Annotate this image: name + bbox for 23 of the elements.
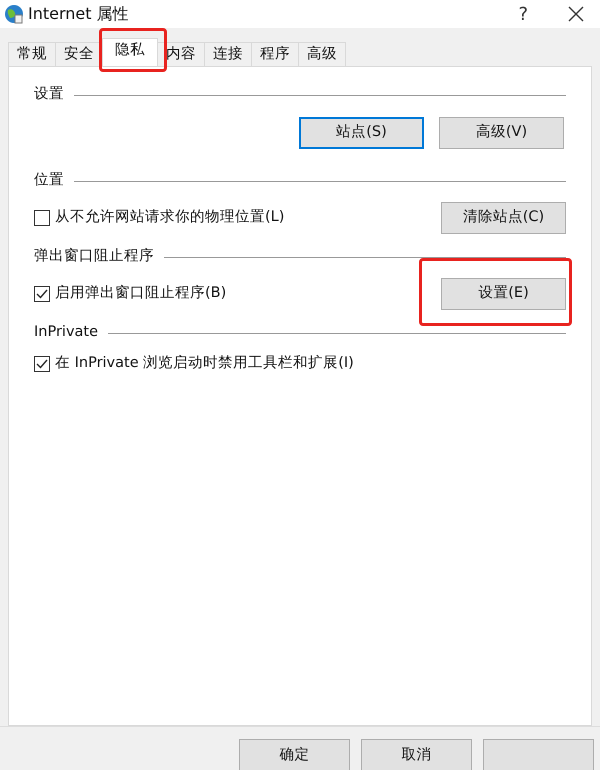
section-title: 弹出窗口阻止程序 [34,246,154,266]
button[interactable]: 站点(S) [299,117,424,149]
help-button[interactable]: ? [518,0,528,28]
section-title: 位置 [34,171,64,190]
button[interactable]: 清除站点(C) [441,202,566,234]
checkbox[interactable] [34,286,50,302]
section-title: 设置 [34,85,64,104]
close-icon[interactable] [568,6,584,22]
button[interactable]: 高级(V) [439,117,564,149]
tab[interactable]: 常规 [8,42,56,66]
checkbox-label: 从不允许网站请求你的物理位置(L) [55,208,284,228]
tab[interactable]: 高级 [298,42,346,66]
button[interactable]: 确定 [239,739,350,770]
checkbox-label: 在 InPrivate 浏览启动时禁用工具栏和扩展(I) [55,354,354,374]
button[interactable]: 取消 [361,739,472,770]
tab[interactable]: 隐私 [102,38,158,66]
button[interactable]: 设置(E) [441,278,566,310]
section-title: InPrivate [34,323,98,342]
globe-icon [4,4,24,24]
checkbox[interactable] [34,356,50,372]
window-title: Internet 属性 [28,3,129,25]
checkbox-label: 启用弹出窗口阻止程序(B) [55,284,226,304]
checkbox[interactable] [34,210,50,226]
